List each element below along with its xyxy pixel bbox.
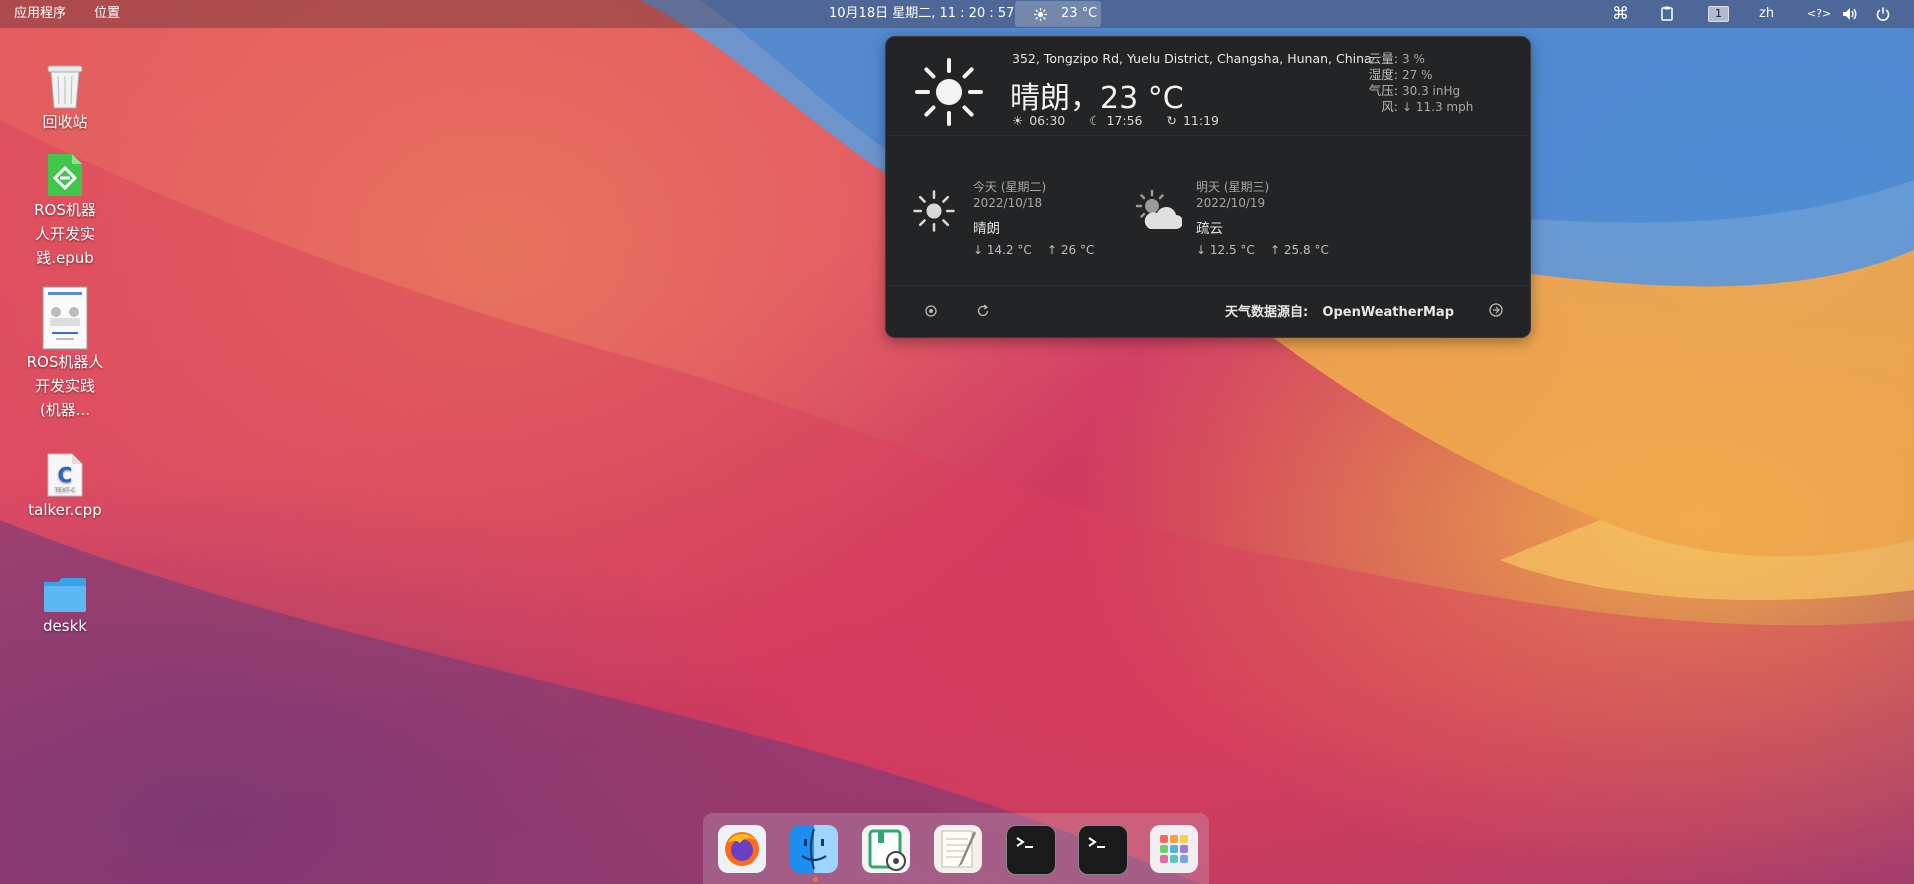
desktop-pdf-file[interactable]: ROS机器人开发实践 (机器...	[15, 286, 115, 422]
desktop-label: ROS机器人开发实践.epub	[34, 201, 96, 267]
source-link[interactable]: OpenWeatherMap	[1322, 305, 1454, 320]
desktop-label: ROS机器人开发实践 (机器...	[26, 353, 104, 419]
dock-firefox[interactable]	[718, 825, 766, 873]
cpp-badge: TEXT-C	[54, 487, 76, 494]
forecast-condition: 晴朗	[973, 221, 1000, 237]
top-panel: 应用程序 位置 10月18日 星期二, 11 : 20 : 57 23 °C ⌘…	[0, 0, 1914, 28]
target-icon	[925, 305, 937, 317]
epub-file-icon	[48, 154, 82, 196]
data-source: 天气数据源自: OpenWeatherMap	[1225, 301, 1454, 320]
settings-button[interactable]	[1488, 302, 1504, 322]
forecast-high: ↑ 26 °C	[1047, 243, 1095, 257]
forecast-day: 今天 (星期二)	[973, 180, 1047, 194]
pressure-label: 气压:	[1368, 83, 1398, 98]
desktop-label: 回收站	[42, 113, 88, 131]
dock-document-viewer[interactable]	[862, 825, 910, 873]
source-label: 天气数据源自:	[1225, 305, 1309, 320]
cloud-label: 云量:	[1368, 51, 1398, 66]
cloud-value: 3 %	[1402, 52, 1425, 66]
current-condition-temp: 晴朗，23 °C	[1010, 81, 1184, 116]
dock-finder[interactable]	[790, 825, 838, 873]
weather-location: 352, Tongzipo Rd, Yuelu District, Changs…	[1012, 51, 1372, 66]
divider	[886, 135, 1530, 136]
dock	[703, 813, 1209, 884]
wind-label: 风:	[1381, 99, 1398, 114]
pressure-value: 30.3 inHg	[1402, 84, 1461, 98]
refresh-button[interactable]	[976, 303, 990, 322]
clipboard-icon[interactable]	[1661, 0, 1673, 28]
forecast-low: ↓ 12.5 °C	[1196, 243, 1255, 257]
weather-popup-footer: 天气数据源自: OpenWeatherMap	[886, 285, 1530, 337]
sunset-icon: ☾	[1089, 113, 1101, 128]
forecast-low: ↓ 14.2 °C	[973, 243, 1032, 257]
clock[interactable]: 10月18日 星期二, 11 : 20 : 57	[829, 0, 1014, 28]
sun-icon	[1034, 8, 1047, 21]
sunrise-icon: ☀	[1012, 113, 1024, 128]
terminal-icon	[1016, 837, 1033, 848]
text-editor-icon	[941, 830, 976, 868]
weather-detail-labels: 云量: 湿度: 气压: 风:	[1358, 51, 1398, 115]
desktop-label: deskk	[43, 617, 87, 635]
desktop-trash[interactable]: 回收站	[15, 60, 115, 134]
book-cover-icon	[42, 286, 88, 350]
forecast-date: 2022/10/19	[1196, 196, 1266, 210]
power-icon[interactable]	[1876, 0, 1890, 28]
running-indicator	[813, 877, 818, 882]
locate-button[interactable]	[924, 303, 938, 322]
sunrise-time: 06:30	[1029, 113, 1066, 128]
places-menu[interactable]: 位置	[94, 0, 120, 28]
sun-times: ☀ 06:30 ☾ 17:56 ↻ 11:19	[1012, 113, 1225, 128]
forecast-day: 明天 (星期三)	[1196, 180, 1270, 194]
document-viewer-icon	[868, 829, 906, 871]
firefox-icon	[725, 832, 759, 866]
network-icon[interactable]: <?>	[1807, 0, 1831, 28]
svg-text:C: C	[58, 463, 73, 487]
dock-terminal[interactable]	[1006, 825, 1056, 875]
current-weather-sun-icon	[915, 58, 983, 126]
gear-icon	[1489, 303, 1503, 317]
forecast-today: 今天 (星期二) 2022/10/18 晴朗 ↓ 14.2 °C ↑ 26 °C	[973, 179, 1094, 257]
forecast-temps: ↓ 12.5 °C ↑ 25.8 °C	[1196, 243, 1329, 257]
forecast-date: 2022/10/18	[973, 196, 1043, 210]
forecast-temps: ↓ 14.2 °C ↑ 26 °C	[973, 243, 1094, 257]
forecast-tomorrow: 明天 (星期三) 2022/10/19 疏云 ↓ 12.5 °C ↑ 25.8 …	[1196, 179, 1329, 257]
terminal-icon	[1088, 837, 1105, 848]
folder-icon	[44, 578, 86, 612]
desktop-cpp-file[interactable]: C TEXT-C talker.cpp	[15, 452, 115, 522]
desktop-label: talker.cpp	[28, 501, 102, 519]
forecast-tomorrow-partly-cloudy-icon	[1135, 189, 1182, 229]
desktop-folder[interactable]: deskk	[15, 576, 115, 638]
weather-popup: 352, Tongzipo Rd, Yuelu District, Changs…	[885, 36, 1531, 338]
trash-icon	[47, 65, 83, 109]
volume-icon[interactable]	[1842, 0, 1858, 28]
updated-icon: ↻	[1166, 113, 1177, 128]
desktop-epub-file[interactable]: ROS机器人开发实践.epub	[15, 152, 115, 270]
dock-terminal-2[interactable]	[1078, 825, 1128, 875]
workspace-number: 1	[1708, 6, 1729, 22]
language-indicator[interactable]: zh	[1759, 0, 1774, 28]
weather-indicator-temp: 23 °C	[1061, 6, 1098, 21]
refresh-icon	[977, 304, 989, 317]
forecast-condition: 疏云	[1196, 221, 1223, 237]
command-icon[interactable]: ⌘	[1612, 0, 1629, 28]
cpp-file-icon: C TEXT-C	[47, 453, 83, 497]
forecast-today-sun-icon	[913, 190, 955, 232]
forecast-high: ↑ 25.8 °C	[1270, 243, 1329, 257]
humidity-label: 湿度:	[1368, 67, 1398, 82]
sunset-time: 17:56	[1106, 113, 1143, 128]
dock-show-applications[interactable]	[1150, 825, 1198, 873]
applications-menu[interactable]: 应用程序	[14, 0, 66, 28]
finder-face-icon	[801, 828, 827, 870]
update-time: 11:19	[1182, 113, 1219, 128]
wind-value: ↓ 11.3 mph	[1402, 100, 1474, 114]
humidity-value: 27 %	[1402, 68, 1433, 82]
weather-detail-values: 3 % 27 % 30.3 inHg ↓ 11.3 mph	[1402, 51, 1473, 115]
app-grid-icon	[1160, 835, 1188, 863]
workspace-indicator[interactable]: 1	[1708, 0, 1729, 28]
weather-indicator[interactable]: 23 °C	[1015, 1, 1101, 27]
dock-text-editor[interactable]	[934, 825, 982, 873]
